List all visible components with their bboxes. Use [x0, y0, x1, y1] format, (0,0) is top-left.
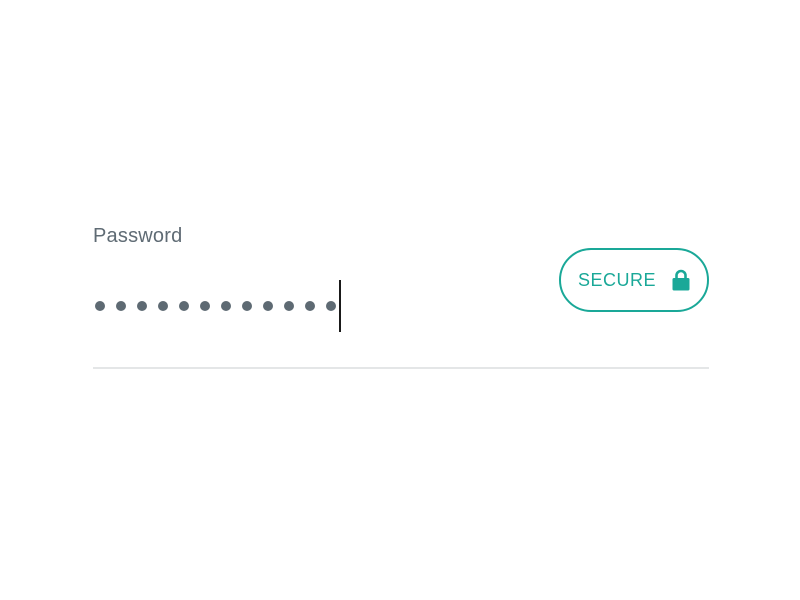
- password-mask-dot: [137, 301, 147, 311]
- password-mask-dot: [263, 301, 273, 311]
- password-mask-dot: [305, 301, 315, 311]
- password-mask-dot: [200, 301, 210, 311]
- password-dots: [93, 301, 339, 311]
- secure-button[interactable]: SECURE: [559, 248, 709, 312]
- input-underline: [93, 367, 709, 369]
- text-caret: [339, 280, 341, 332]
- password-mask-dot: [95, 301, 105, 311]
- password-mask-dot: [221, 301, 231, 311]
- password-mask-dot: [326, 301, 336, 311]
- password-mask-dot: [179, 301, 189, 311]
- password-form: Password SECURE: [0, 0, 800, 600]
- password-mask-dot: [158, 301, 168, 311]
- secure-label: SECURE: [577, 270, 656, 290]
- password-mask-dot: [116, 301, 126, 311]
- password-mask-dot: [284, 301, 294, 311]
- password-label: Password: [93, 225, 183, 247]
- password-input[interactable]: [93, 280, 341, 332]
- password-mask-dot: [242, 301, 252, 311]
- lock-icon: [672, 269, 690, 291]
